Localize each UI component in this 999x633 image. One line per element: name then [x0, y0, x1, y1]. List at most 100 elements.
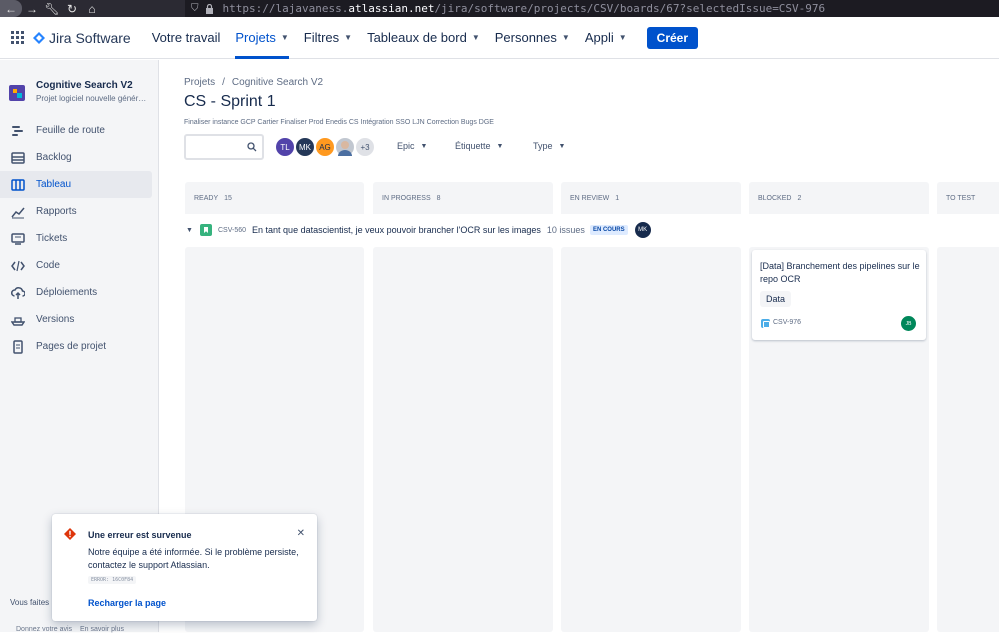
browser-toolbar: ← → 🔧︎ ↻ ⌂ ⛉ https://lajavaness. atlassia…: [0, 0, 999, 17]
backlog-icon: [10, 150, 26, 166]
top-navigation: Jira Software Votre travail Projets ▼ Fil…: [0, 17, 999, 59]
swimlane-assignee-avatar: MK: [634, 222, 651, 238]
column-name: IN PROGRESS: [382, 194, 431, 202]
nav-votre-travail[interactable]: Votre travail: [152, 17, 221, 59]
url-bar[interactable]: ⛉ https://lajavaness. atlassian.net/jira/…: [185, 0, 999, 17]
jira-logo[interactable]: Jira Software: [33, 30, 131, 46]
close-icon[interactable]: ✕: [297, 528, 305, 539]
sidebar-item-reports[interactable]: Rapports: [0, 198, 158, 225]
ship-icon: [10, 312, 26, 328]
url-path: /jira/software/projects/CSV/boards/67?se…: [434, 2, 826, 15]
chevron-down-icon: ▼: [561, 33, 570, 42]
chevron-down-icon: ▼: [471, 33, 480, 42]
issue-card[interactable]: [Data] Branchement des pipelines sur le …: [752, 250, 926, 340]
sidebar-item-board[interactable]: Tableau: [0, 171, 152, 198]
nav-filtres[interactable]: Filtres ▼: [304, 17, 352, 59]
sidebar-item-deployments[interactable]: Déploiements: [0, 279, 158, 306]
code-icon: [10, 258, 26, 274]
avatar-photo[interactable]: [334, 136, 356, 158]
column-count: 2: [797, 194, 802, 202]
chevron-down-icon: ▼: [558, 142, 566, 150]
chevron-down-icon: ▼: [344, 33, 353, 42]
error-code: ERROR: 16C0F84: [88, 576, 137, 584]
nav-label: Votre travail: [151, 30, 221, 45]
reload-page-link[interactable]: Recharger la page: [88, 598, 166, 608]
column-header-to-test: TO TEST: [937, 182, 999, 214]
board-search-input[interactable]: [184, 134, 264, 160]
user-photo-icon: [338, 141, 352, 156]
home-button[interactable]: ⌂: [82, 0, 102, 17]
breadcrumb-projects[interactable]: Projets: [184, 77, 215, 88]
shield-icon: ⛉: [191, 3, 199, 14]
create-button[interactable]: Créer: [646, 26, 699, 49]
sidebar-item-backlog[interactable]: Backlog: [0, 144, 158, 171]
forward-button[interactable]: →: [22, 0, 42, 17]
filter-type[interactable]: Type ▼: [533, 141, 565, 151]
chevron-down-icon: ▼: [280, 33, 289, 42]
nav-projets[interactable]: Projets ▼: [235, 17, 290, 59]
column-to-test[interactable]: [937, 247, 999, 632]
app-switcher-icon[interactable]: [9, 30, 25, 46]
nav-personnes[interactable]: Personnes ▼: [495, 17, 570, 59]
sidebar-footer-text: Vous faites: [10, 598, 50, 607]
swimlane-header[interactable]: ▼ CSV-560 En tant que datascientist, je …: [186, 222, 651, 238]
url-prefix: https://lajavaness.: [222, 2, 349, 15]
sidebar-item-label: Déploiements: [36, 287, 98, 298]
sidebar-item-code[interactable]: Code: [0, 252, 158, 279]
column-en-review[interactable]: [561, 247, 741, 632]
lock-icon: [205, 3, 215, 14]
sprint-goal: Finaliser instance GCP Cartier Finaliser…: [184, 119, 494, 126]
assignee-filter: TL MK AG +3: [274, 136, 376, 158]
chevron-down-icon: ▼: [496, 142, 504, 150]
sidebar-item-project-pages[interactable]: Pages de projet: [0, 333, 158, 360]
project-avatar: [9, 85, 25, 101]
nav-appli[interactable]: Appli ▼: [585, 17, 627, 59]
column-in-progress[interactable]: [373, 247, 553, 632]
reload-icon: ↻: [66, 1, 78, 16]
sidebar-item-tickets[interactable]: Tickets: [0, 225, 158, 252]
project-type: Projet logiciel nouvelle génération: [36, 94, 148, 103]
card-key[interactable]: CSV-976: [773, 319, 801, 326]
swimlane-issue-count: 10 issues: [546, 225, 585, 235]
page-icon: [10, 339, 26, 355]
nav-label: Personnes: [494, 30, 557, 45]
sidebar-item-versions[interactable]: Versions: [0, 306, 158, 333]
filter-label[interactable]: Étiquette ▼: [455, 141, 503, 151]
roadmap-icon: [10, 123, 26, 139]
card-label: Data: [760, 291, 792, 307]
project-name: Cognitive Search V2: [36, 80, 133, 91]
project-header[interactable]: Cognitive Search V2 Projet logiciel nouv…: [9, 80, 148, 103]
avatar-more[interactable]: +3: [354, 136, 376, 158]
avatar-ag[interactable]: AG: [314, 136, 336, 158]
column-name: BLOCKED: [758, 194, 792, 202]
jira-diamond-icon: [33, 31, 45, 44]
subtask-icon: [761, 319, 770, 328]
reload-button[interactable]: ↻: [62, 0, 82, 17]
error-flag: Une erreur est survenue ✕ Notre équipe a…: [52, 514, 317, 621]
swimlane-key[interactable]: CSV-560: [218, 227, 246, 234]
error-message: Notre équipe a été informée. Si le probl…: [88, 547, 299, 570]
board-icon: [10, 177, 26, 193]
breadcrumb-project[interactable]: Cognitive Search V2: [232, 77, 323, 88]
back-button[interactable]: ←: [0, 0, 22, 17]
nav-tableaux-de-bord[interactable]: Tableaux de bord ▼: [367, 17, 480, 59]
sidebar-item-label: Tableau: [36, 179, 72, 190]
avatar-tl[interactable]: TL: [274, 136, 296, 158]
page-title: CS - Sprint 1: [184, 93, 276, 110]
card-title: [Data] Branchement des pipelines sur le …: [760, 261, 920, 284]
chevron-down-icon[interactable]: ▼: [186, 227, 196, 234]
product-name: Jira Software: [49, 29, 131, 46]
column-header-blocked: BLOCKED 2: [749, 182, 929, 214]
column-count: 15: [224, 194, 232, 202]
filter-epic[interactable]: Epic ▼: [397, 141, 427, 151]
column-name: EN REVIEW: [570, 194, 610, 202]
column-count: 1: [615, 194, 620, 202]
status-badge: EN COURS: [589, 225, 628, 235]
avatar-mk[interactable]: MK: [294, 136, 316, 158]
sidebar-item-roadmap[interactable]: Feuille de route: [0, 117, 158, 144]
tools-button[interactable]: 🔧︎: [42, 0, 62, 17]
sidebar-item-label: Rapports: [36, 206, 77, 217]
sidebar-item-label: Backlog: [36, 152, 72, 163]
chart-line-icon: [10, 204, 26, 220]
wrench-icon: 🔧︎: [44, 1, 60, 16]
